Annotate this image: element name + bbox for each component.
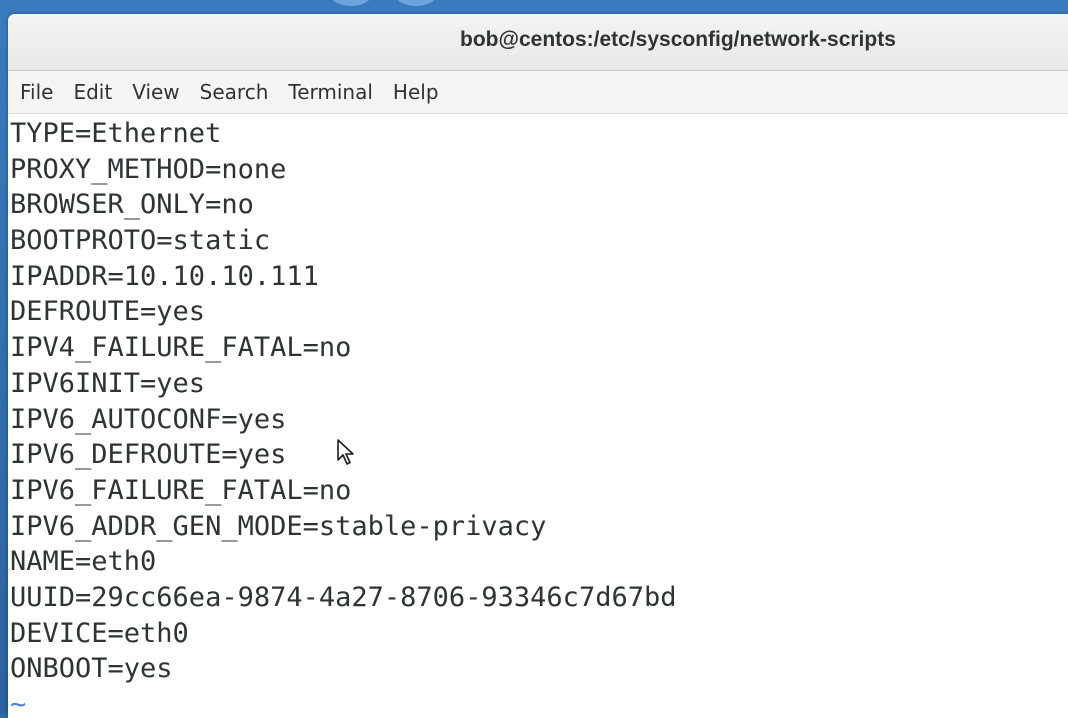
terminal-line: IPADDR=10.10.10.111	[10, 260, 319, 292]
desktop-decoration	[395, 0, 437, 6]
terminal-window: bob@centos:/etc/sysconfig/network-script…	[8, 14, 1068, 718]
terminal-line: IPV6_ADDR_GEN_MODE=stable-privacy	[10, 510, 547, 542]
empty-line-marker: ~	[10, 689, 27, 718]
terminal-line: ONBOOT=yes	[10, 653, 173, 685]
terminal-line: BOOTPROTO=static	[10, 225, 271, 257]
terminal-line: PROXY_METHOD=none	[10, 153, 287, 185]
title-bar[interactable]: bob@centos:/etc/sysconfig/network-script…	[8, 14, 1068, 71]
terminal-line: TYPE=Ethernet	[10, 118, 222, 149]
terminal-line: IPV6_FAILURE_FATAL=no	[10, 474, 352, 506]
window-title: bob@centos:/etc/sysconfig/network-script…	[460, 28, 896, 51]
terminal-line: DEVICE=eth0	[10, 617, 189, 649]
terminal-line: BROWSER_ONLY=no	[10, 189, 254, 221]
terminal-line: NAME=eth0	[10, 546, 157, 578]
menu-terminal[interactable]: Terminal	[278, 71, 383, 113]
menu-search[interactable]: Search	[190, 71, 279, 113]
mouse-pointer-icon	[337, 439, 354, 465]
terminal-output[interactable]: TYPE=Ethernet PROXY_METHOD=none BROWSER_…	[8, 114, 1068, 718]
menu-view[interactable]: View	[122, 71, 189, 113]
terminal-line: IPV4_FAILURE_FATAL=no	[10, 332, 352, 364]
terminal-line: IPV6_DEFROUTE=yes	[10, 439, 287, 471]
menu-help[interactable]: Help	[383, 71, 449, 113]
menu-file[interactable]: File	[10, 71, 63, 113]
terminal-line: IPV6_AUTOCONF=yes	[10, 403, 287, 435]
terminal-line: DEFROUTE=yes	[10, 296, 206, 328]
menu-edit[interactable]: Edit	[63, 71, 122, 113]
desktop-decoration	[330, 0, 372, 6]
menu-bar: File Edit View Search Terminal Help	[8, 71, 1068, 114]
terminal-line: UUID=29cc66ea-9874-4a27-8706-93346c7d67b…	[10, 581, 677, 613]
terminal-line: IPV6INIT=yes	[10, 367, 206, 399]
